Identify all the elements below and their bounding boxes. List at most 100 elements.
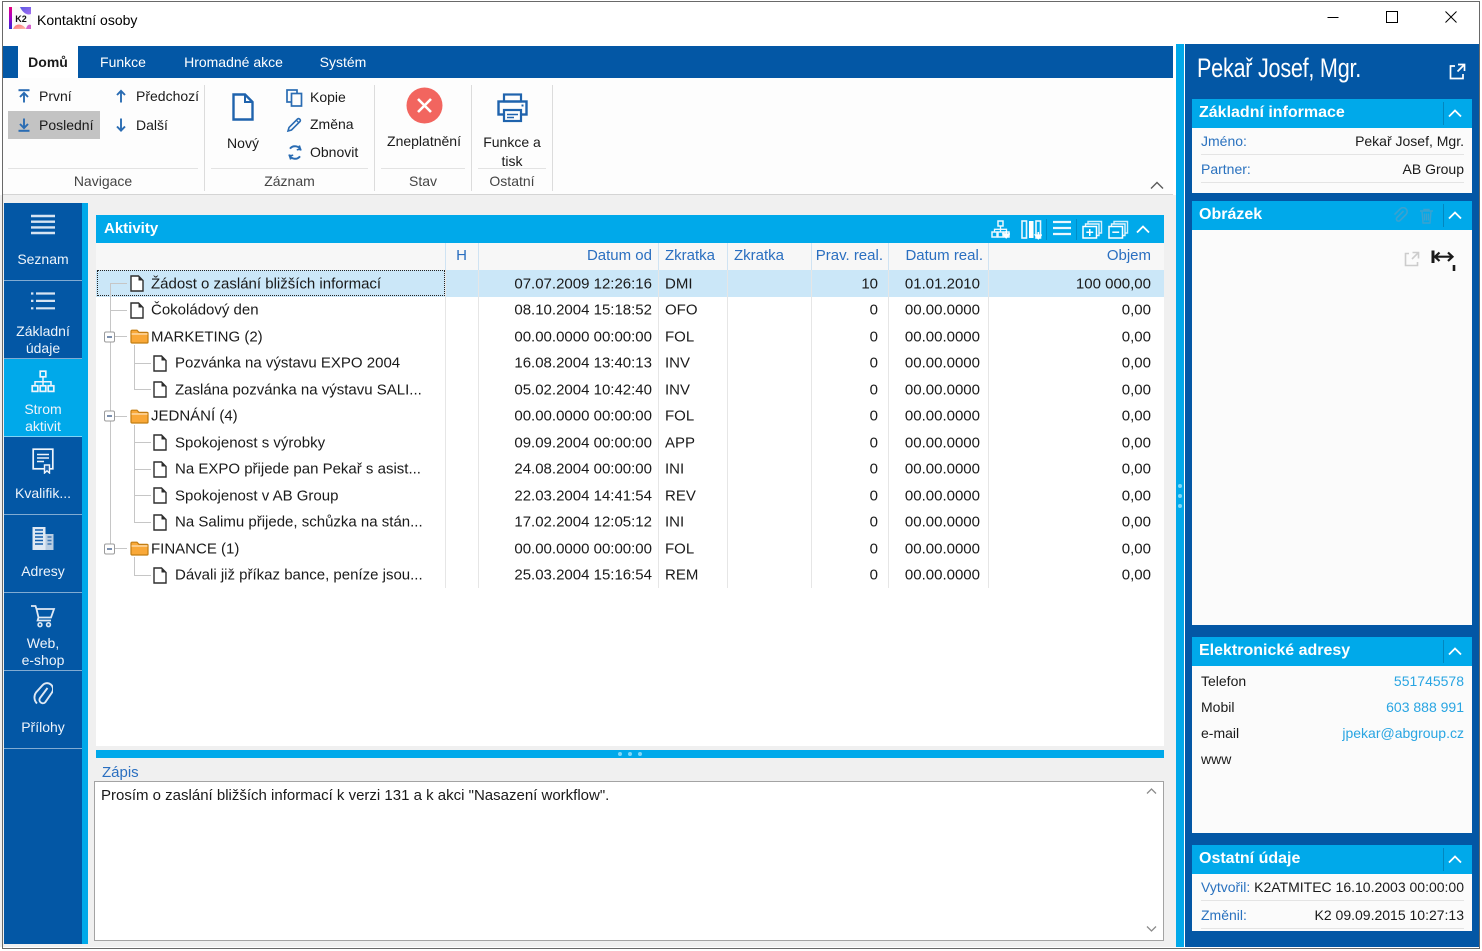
column-header-h[interactable]: H — [445, 247, 478, 264]
nav-button-arrow-top[interactable]: První — [8, 82, 100, 110]
expander-icon[interactable] — [104, 331, 115, 342]
expander-icon[interactable] — [104, 543, 115, 554]
chevron-up-icon[interactable] — [1448, 109, 1462, 118]
sidebar-item-tree[interactable]: Strom aktivit — [4, 359, 88, 437]
chevron-up-icon[interactable] — [1448, 647, 1462, 656]
cell-datum_real: 00.00.0000 — [904, 354, 980, 372]
sidebar-item-cart[interactable]: Web, e-shop — [4, 593, 82, 671]
section-header[interactable]: Obrázek — [1192, 201, 1472, 230]
detail-row-value[interactable]: 551745578 — [1394, 673, 1464, 689]
detail-row: Jméno: Pekař Josef, Mgr. — [1201, 128, 1464, 155]
zapis-textarea[interactable]: Prosím o zaslání bližších informací k ve… — [94, 781, 1164, 941]
delete-image-icon[interactable] — [1419, 207, 1434, 224]
panel-collapse-icon[interactable] — [1136, 225, 1150, 234]
splitter-grip — [618, 752, 642, 756]
cell-objem: 100 000,00 — [1075, 275, 1151, 292]
tree-line — [133, 425, 135, 522]
cell-prav_real: 0 — [869, 354, 878, 372]
column-header-zkratka[interactable]: Zkratka — [734, 247, 784, 264]
tab-hromadn-akce[interactable]: Hromadné akce — [168, 46, 299, 78]
column-header-objem[interactable]: Objem — [1107, 247, 1151, 264]
table-row[interactable]: MARKETING (2) 00.00.0000 00:00:00 FOL 0 00.0… — [96, 323, 1164, 350]
nav-button-arrow-up[interactable]: Předchozí — [105, 82, 200, 110]
expander-icon[interactable] — [104, 410, 115, 422]
invalidate-button[interactable]: Zneplatnění — [379, 87, 469, 151]
column-header-datum-real-[interactable]: Datum real. — [905, 247, 983, 264]
maximize-button[interactable] — [1369, 0, 1415, 33]
close-button[interactable] — [1428, 0, 1474, 33]
new-record-button[interactable]: Nový — [218, 87, 268, 153]
column-header-prav-real-[interactable]: Prav. real. — [816, 247, 883, 264]
collapse-all-icon[interactable] — [1108, 220, 1129, 239]
open-image-icon[interactable] — [1403, 250, 1421, 268]
table-row[interactable]: Zaslána pozvánka na výstavu SALI... 05.02… — [96, 376, 1164, 403]
table-row[interactable]: Čokoládový den 08.10.2004 15:18:52 OFO 0 00.… — [96, 297, 1164, 324]
cell-prav_real: 0 — [869, 381, 878, 398]
tab-syst-m[interactable]: Systém — [308, 46, 378, 78]
table-row[interactable]: Na Salimu přijede, schůzka na stán... 17.… — [96, 509, 1164, 536]
button-copy[interactable]: Kopie — [286, 84, 346, 110]
cell-prav_real: 0 — [869, 566, 878, 584]
tab-funkce[interactable]: Funkce — [88, 46, 158, 78]
folder-icon — [130, 329, 149, 344]
close-icon — [1445, 10, 1457, 23]
activities-title: Aktivity — [104, 220, 159, 237]
section-header[interactable]: Ostatní údaje — [1192, 845, 1472, 874]
sidebar-item-certificate[interactable]: Kvalifik... — [4, 437, 82, 515]
column-separator — [445, 270, 446, 588]
column-header-zkratka[interactable]: Zkratka — [665, 247, 715, 264]
group-separator — [204, 85, 205, 191]
table-row[interactable]: Žádost o zaslání bližších informací 07.07… — [96, 270, 1164, 297]
attach-image-icon[interactable] — [1391, 207, 1408, 224]
table-row[interactable]: Spokojenost s výrobky 09.09.2004 00:00:00… — [96, 429, 1164, 456]
section-header[interactable]: Základní informace — [1192, 99, 1472, 128]
detail-row-value[interactable]: 603 888 991 — [1386, 699, 1464, 715]
grip-dot — [628, 752, 632, 756]
button-refresh[interactable]: Obnovit — [286, 139, 358, 165]
section-header[interactable]: Elektronické adresy — [1192, 637, 1472, 666]
tree-line — [133, 575, 151, 576]
sidebar-item-buildings[interactable]: Adresy — [4, 515, 82, 593]
sidebar-item-menu[interactable]: Seznam — [4, 203, 82, 281]
table-row[interactable]: Spokojenost v AB Group 22.03.2004 14:41:5… — [96, 482, 1164, 509]
horizontal-splitter[interactable] — [96, 750, 1164, 758]
cell-datum_real: 00.00.0000 — [904, 513, 980, 531]
popout-icon[interactable] — [1448, 62, 1467, 81]
buildings-icon — [31, 526, 56, 550]
pencil-icon — [286, 116, 303, 133]
chevron-up-icon[interactable] — [1448, 211, 1462, 220]
button-pencil[interactable]: Změna — [286, 111, 354, 137]
sidebar-item-paperclip[interactable]: Přílohy — [4, 671, 82, 749]
nav-button-arrow-bottom[interactable]: Poslední — [8, 111, 100, 139]
tab-dom-[interactable]: Domů — [18, 46, 78, 78]
tree-view-icon[interactable] — [991, 220, 1010, 239]
chevron-up-icon[interactable] — [1448, 855, 1462, 864]
sidebar-item-list[interactable]: Základní údaje — [4, 281, 82, 359]
table-row[interactable]: Dávali již příkaz bance, peníze jsou... 2… — [96, 562, 1164, 589]
scroll-up-icon[interactable] — [1146, 787, 1158, 797]
columns-icon[interactable] — [1021, 220, 1042, 240]
scroll-down-icon[interactable] — [1146, 925, 1158, 935]
column-header-datum-od[interactable]: Datum od — [587, 247, 652, 264]
table-row[interactable]: JEDNÁNÍ (4) 00.00.0000 00:00:00 FOL 0 00.00.… — [96, 403, 1164, 430]
table-row[interactable]: FINANCE (1) 00.00.0000 00:00:00 FOL 0 00.00.… — [96, 535, 1164, 562]
minimize-button[interactable] — [1310, 0, 1356, 33]
vertical-splitter[interactable] — [1176, 44, 1184, 947]
ribbon-collapse-button[interactable] — [1146, 178, 1168, 192]
functions-print-button[interactable]: Funkce a tisk — [478, 87, 546, 171]
cell-datum_real: 01.01.2010 — [904, 275, 980, 292]
expand-all-icon[interactable] — [1082, 220, 1103, 239]
group-label-navigace: Navigace — [73, 173, 133, 189]
detail-row-label: e-mail — [1201, 725, 1240, 741]
fit-width-icon[interactable] — [1431, 250, 1457, 272]
toolbar-separator — [1046, 219, 1047, 240]
section-body: Telefon 551745578 Mobil 603 888 991 e-mail jp… — [1192, 666, 1472, 833]
group-separator — [374, 85, 375, 191]
list-icon — [30, 292, 56, 310]
nav-button-arrow-down[interactable]: Další — [105, 111, 200, 139]
detail-row-value[interactable]: jpekar@abgroup.cz — [1342, 725, 1464, 741]
table-row[interactable]: Na EXPO přijede pan Pekař s asist... 24.0… — [96, 456, 1164, 483]
chevron-up-icon — [1150, 181, 1164, 189]
menu-lines-icon[interactable] — [1052, 220, 1072, 236]
table-row[interactable]: Pozvánka na výstavu EXPO 2004 16.08.2004 … — [96, 350, 1164, 377]
